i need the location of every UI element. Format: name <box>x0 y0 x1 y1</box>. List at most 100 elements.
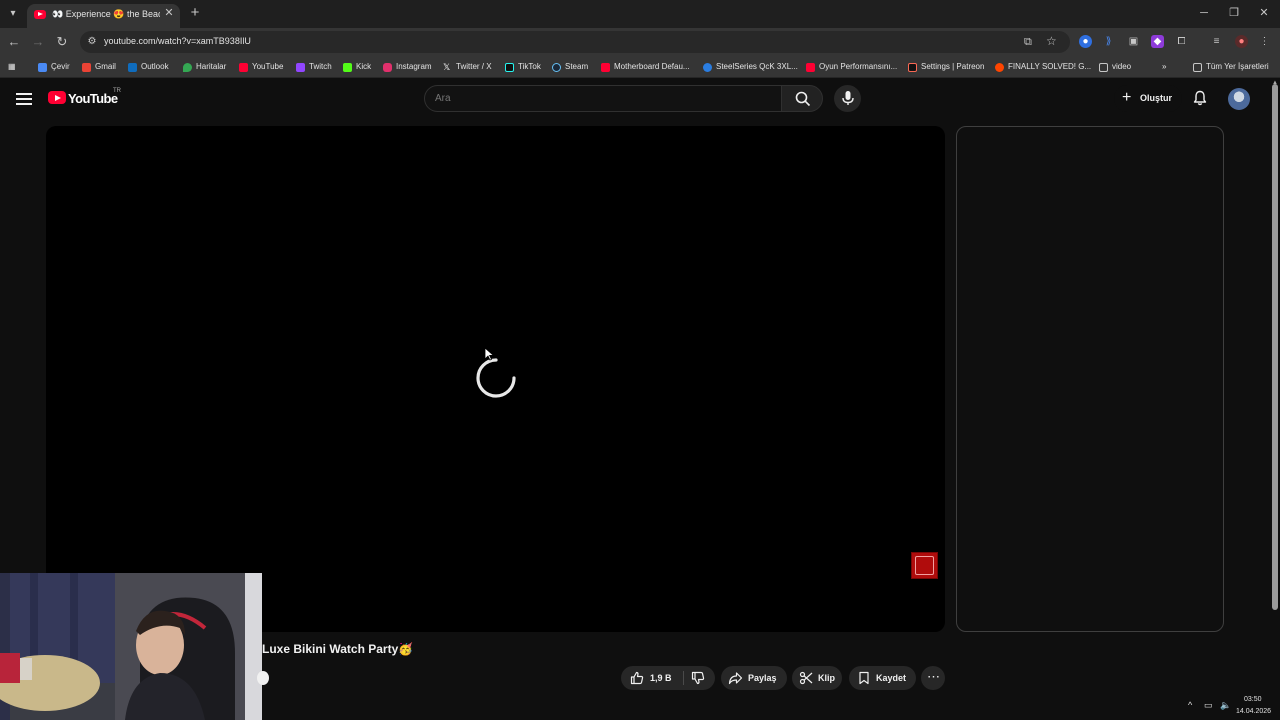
youtube-favicon-icon <box>34 10 46 19</box>
extension-window-icon[interactable]: ▣ <box>1127 35 1140 48</box>
search-button[interactable] <box>781 85 823 112</box>
bookmark-item[interactable]: FINALLY SOLVED! G... <box>995 61 1091 73</box>
share-label: Paylaş <box>748 673 777 683</box>
tab-close-icon[interactable]: ✕ <box>163 7 175 19</box>
reload-icon[interactable]: ↻ <box>54 34 70 50</box>
bookmark-item[interactable]: Haritalar <box>183 61 226 73</box>
save-label: Kaydet <box>876 673 907 683</box>
minimize-icon[interactable]: ─ <box>1196 5 1212 21</box>
more-horizontal-icon: ⋯ <box>927 669 940 684</box>
apps-grid-icon[interactable]: ▦ <box>8 61 16 73</box>
like-dislike-group: 1,9 B <box>621 666 715 690</box>
youtube-icon <box>239 62 248 72</box>
restore-icon[interactable]: ❐ <box>1226 5 1242 21</box>
country-code: TR <box>113 88 121 94</box>
browser-menu-icon[interactable]: ⋮ <box>1258 35 1271 48</box>
create-button[interactable]: + Oluştur <box>1114 85 1182 112</box>
twitch-icon <box>296 62 305 72</box>
search-box[interactable] <box>424 85 782 112</box>
notifications-bell-icon[interactable] <box>1192 90 1208 106</box>
browser-tab-active[interactable]: 👀 Experience 😍 the Beach Club ✕ <box>27 4 180 28</box>
loading-spinner-icon <box>476 358 516 398</box>
tab-search-chevron-icon[interactable]: ▾ <box>4 5 22 23</box>
patreon-icon <box>908 62 917 72</box>
extension-purple-icon[interactable]: ◆ <box>1151 35 1164 48</box>
folder-icon <box>1193 62 1202 72</box>
video-player[interactable] <box>46 126 945 632</box>
thumbs-down-icon <box>691 671 705 685</box>
mouse-cursor-icon <box>484 347 494 361</box>
user-avatar[interactable] <box>1228 88 1250 110</box>
all-bookmarks[interactable]: Tüm Yer İşaretleri <box>1193 61 1269 73</box>
browser-toolbar: ← → ↻ ⚙ youtube.com/watch?v=xamTB938IlU … <box>0 28 1280 56</box>
bookmark-item[interactable]: Steam <box>552 61 588 73</box>
bookmark-star-icon[interactable]: ☆ <box>1046 35 1058 47</box>
extension-blue-icon[interactable]: ● <box>1079 35 1092 48</box>
plus-icon: + <box>1122 89 1132 106</box>
extension-wave-icon[interactable]: ⟫ <box>1102 35 1115 48</box>
profile-icon[interactable]: ● <box>1235 35 1248 48</box>
share-icon <box>728 672 743 685</box>
youtube-logo-text[interactable]: YouTube <box>68 91 118 106</box>
search-input[interactable] <box>435 93 755 104</box>
new-tab-icon[interactable]: + <box>188 5 202 20</box>
save-button[interactable]: Kaydet <box>849 666 916 690</box>
extensions-puzzle-icon[interactable]: ⧠ <box>1175 35 1188 48</box>
page-scrollbar[interactable] <box>1272 84 1278 610</box>
volume-icon[interactable]: 🔈 <box>1220 700 1231 711</box>
bookmarks-bar: ▦ Çevir Gmail Outlook Haritalar YouTube … <box>0 56 1280 78</box>
youtube-logo-icon[interactable] <box>48 91 66 104</box>
maps-icon <box>183 62 192 72</box>
more-actions-button[interactable]: ⋯ <box>921 666 945 690</box>
window-close-icon[interactable]: ✕ <box>1256 5 1272 21</box>
bookmark-item[interactable]: 𝕏 Twitter / X <box>443 61 492 73</box>
kick-icon <box>343 62 352 72</box>
install-app-icon[interactable]: ⧉ <box>1024 36 1036 48</box>
dislike-button[interactable] <box>684 666 715 690</box>
youtube-icon <box>806 62 815 72</box>
create-label: Oluştur <box>1140 93 1173 103</box>
bookmark-item[interactable]: Twitch <box>296 61 332 73</box>
clock-time[interactable]: 03:50 <box>1244 696 1262 703</box>
bookmark-item[interactable]: Settings | Patreon <box>908 61 984 73</box>
address-bar[interactable]: ⚙ youtube.com/watch?v=xamTB938IlU ⧉ ☆ <box>80 31 1070 53</box>
youtube-icon <box>601 62 610 72</box>
webcam-overlay <box>0 573 262 720</box>
thumbs-up-icon <box>630 671 644 685</box>
more-bookmarks-icon[interactable]: » <box>1162 61 1166 73</box>
bookmark-item[interactable]: Instagram <box>383 61 432 73</box>
tray-chevron-icon[interactable]: ^ <box>1188 700 1192 710</box>
bookmark-item[interactable]: Çevir <box>38 61 70 73</box>
back-icon[interactable]: ← <box>6 34 22 50</box>
clock-date[interactable]: 14.04.2026 <box>1236 708 1271 715</box>
bookmark-item[interactable]: Gmail <box>82 61 116 73</box>
share-button[interactable]: Paylaş <box>721 666 787 690</box>
url-text[interactable]: youtube.com/watch?v=xamTB938IlU <box>104 36 251 46</box>
bookmark-item[interactable]: YouTube <box>239 61 283 73</box>
bookmark-item[interactable]: Oyun Performansını... <box>806 61 897 73</box>
bookmark-item[interactable]: Motherboard Defau... <box>601 61 690 73</box>
reading-list-icon[interactable]: ≡ <box>1210 35 1223 48</box>
bookmark-item[interactable]: video <box>1099 61 1131 73</box>
x-icon: 𝕏 <box>443 61 451 72</box>
outlook-icon <box>128 62 137 72</box>
network-icon[interactable]: ▭ <box>1204 700 1213 711</box>
steelseries-icon <box>703 62 712 72</box>
voice-search-button[interactable] <box>834 85 861 112</box>
search-icon <box>795 91 811 107</box>
site-info-icon[interactable]: ⚙ <box>86 36 98 48</box>
translate-icon <box>38 62 47 72</box>
like-button[interactable]: 1,9 B <box>621 666 681 690</box>
scissors-icon <box>799 671 813 685</box>
bookmark-item[interactable]: Outlook <box>128 61 169 73</box>
clip-label: Klip <box>818 673 835 683</box>
clip-button[interactable]: Klip <box>792 666 842 690</box>
gmail-icon <box>82 62 91 72</box>
bookmark-item[interactable]: TikTok <box>505 61 541 73</box>
channel-watermark[interactable] <box>911 552 938 579</box>
bookmark-item[interactable]: Kick <box>343 61 371 73</box>
forward-icon[interactable]: → <box>30 34 46 50</box>
bookmark-item[interactable]: SteelSeries QcK 3XL... <box>703 61 798 73</box>
hamburger-menu-icon[interactable] <box>16 91 32 107</box>
related-videos-panel <box>956 126 1224 632</box>
